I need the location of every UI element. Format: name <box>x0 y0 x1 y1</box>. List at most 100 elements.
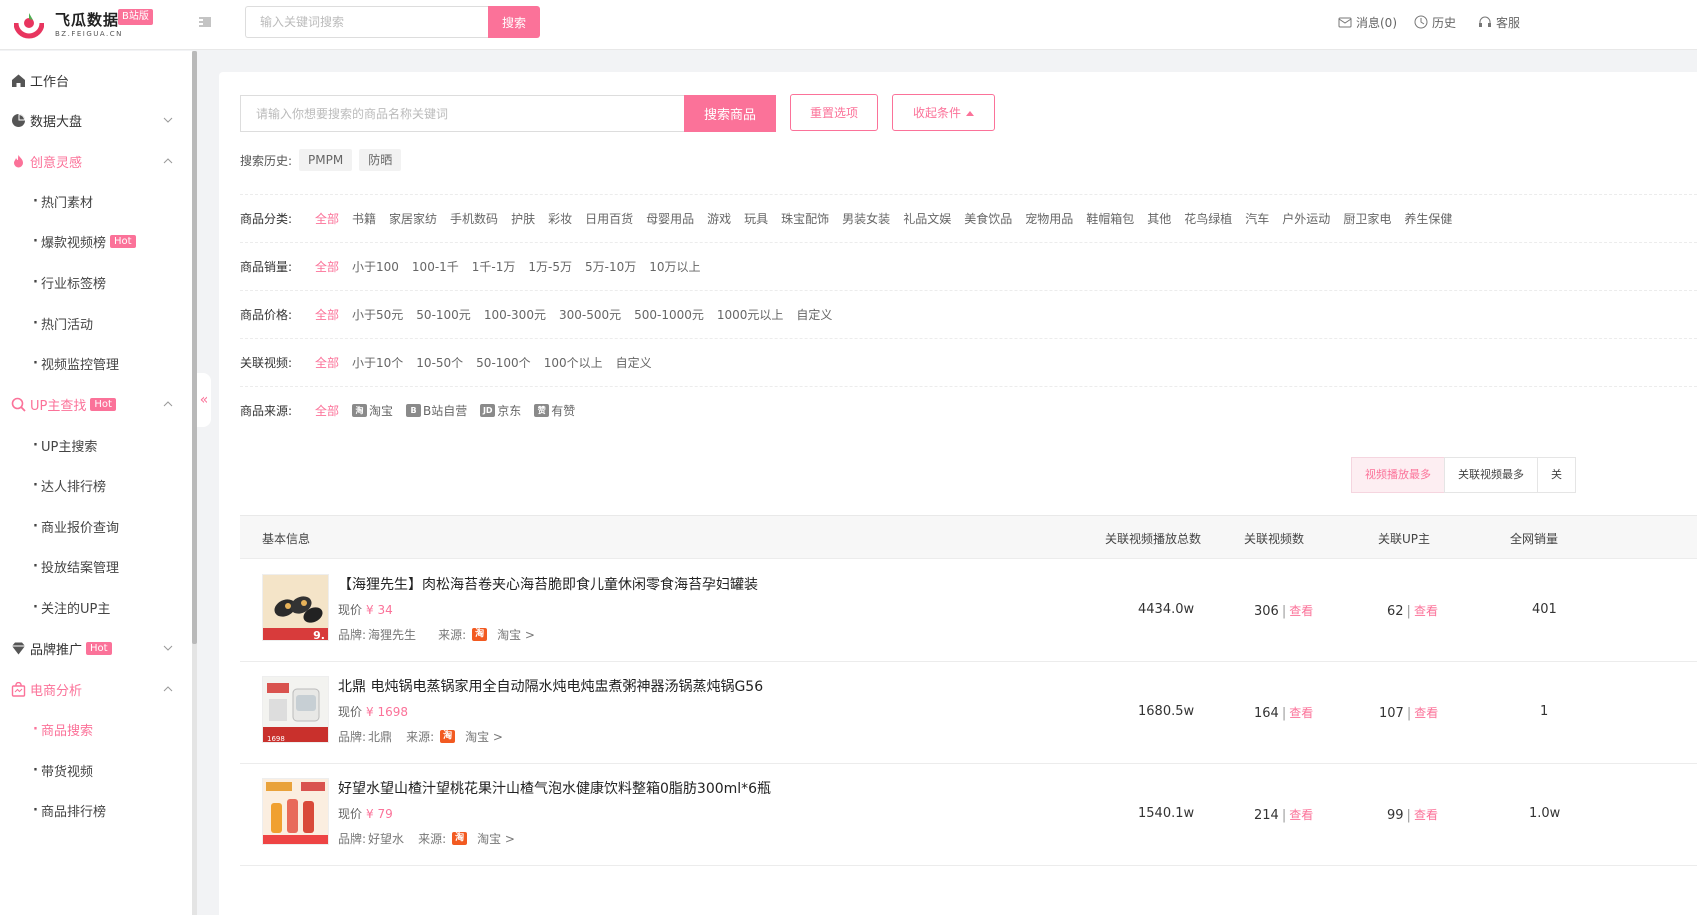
sidebar-item-dashboard[interactable]: 数据大盘 <box>0 100 192 140</box>
filter-option[interactable]: 厨卫家电 <box>1343 210 1391 227</box>
filter-option-bilibili[interactable]: B B站自营 <box>406 402 467 419</box>
sidebar-scrollbar[interactable] <box>192 51 197 915</box>
filter-option[interactable]: 玩具 <box>744 210 768 227</box>
view-ups-link[interactable]: 查看 <box>1414 808 1438 822</box>
column-header[interactable]: 关联UP主 <box>1378 530 1430 547</box>
filter-option[interactable]: 自定义 <box>796 306 832 323</box>
filter-option[interactable]: 100个以上 <box>544 354 603 371</box>
product-search-input[interactable] <box>240 95 685 132</box>
view-ups-link[interactable]: 查看 <box>1414 706 1438 720</box>
collapse-conditions-button[interactable]: 收起条件 <box>892 94 995 131</box>
product-thumbnail[interactable]: 9. <box>262 574 329 641</box>
sidebar-item-industry-tags[interactable]: · 行业标签榜 <box>0 262 192 302</box>
filter-option[interactable]: 5万-10万 <box>585 258 636 275</box>
table-row[interactable]: 好望水望山楂汁望桃花果汁山楂气泡水健康饮料整箱0脂肪300ml*6瓶 现价 ¥ 7… <box>240 764 1697 866</box>
column-header[interactable]: 关联视频数 <box>1244 530 1304 547</box>
sidebar-item-up-search-sub[interactable]: · UP主搜索 <box>0 425 192 465</box>
sidebar-item-brand[interactable]: 品牌推广 Hot <box>0 628 192 668</box>
sidebar-item-quote-query[interactable]: · 商业报价查询 <box>0 506 192 546</box>
sidebar-collapse-button[interactable]: « <box>197 373 211 427</box>
sort-tab-more[interactable]: 关 <box>1537 457 1576 493</box>
filter-option[interactable]: 鞋帽箱包 <box>1086 210 1134 227</box>
filter-option[interactable]: 花鸟绿植 <box>1184 210 1232 227</box>
filter-option[interactable]: 男装女装 <box>842 210 890 227</box>
filter-option-youzan[interactable]: 赞有赞 <box>534 402 575 419</box>
filter-option[interactable]: 宠物用品 <box>1025 210 1073 227</box>
sidebar-item-hot-material[interactable]: · 热门素材 <box>0 181 192 221</box>
filter-option[interactable]: 母婴用品 <box>646 210 694 227</box>
service-link[interactable]: 客服 <box>1478 13 1520 31</box>
sidebar-item-talent-rank[interactable]: · 达人排行榜 <box>0 465 192 505</box>
product-title[interactable]: 【海狸先生】肉松海苔卷夹心海苔脆即食儿童休闲零食海苔孕妇罐装 <box>338 574 758 594</box>
history-chip[interactable]: PMPM <box>299 149 353 171</box>
filter-option[interactable]: 50-100元 <box>416 306 471 323</box>
filter-option[interactable]: 100-300元 <box>484 306 546 323</box>
sidebar-item-campaign-report[interactable]: · 投放结案管理 <box>0 546 192 586</box>
filter-option[interactable]: 美食饮品 <box>964 210 1012 227</box>
messages-link[interactable]: 消息(0) <box>1338 13 1397 31</box>
filter-option[interactable]: 养生保健 <box>1404 210 1452 227</box>
filter-option[interactable]: 1千-1万 <box>472 258 516 275</box>
product-title[interactable]: 好望水望山楂汁望桃花果汁山楂气泡水健康饮料整箱0脂肪300ml*6瓶 <box>338 778 771 798</box>
filter-option[interactable]: 珠宝配饰 <box>781 210 829 227</box>
filter-option[interactable]: 10万以上 <box>649 258 700 275</box>
source-link[interactable]: 淘宝 > <box>497 626 535 643</box>
filter-option[interactable]: 游戏 <box>707 210 731 227</box>
sidebar-item-ecommerce[interactable]: 电商分析 <box>0 669 192 709</box>
sort-tab-most-plays[interactable]: 视频播放最多 <box>1351 457 1445 493</box>
sidebar-item-selling-videos[interactable]: · 带货视频 <box>0 750 192 790</box>
filter-option[interactable]: 小于10个 <box>352 354 403 371</box>
filter-option[interactable]: 礼品文娱 <box>903 210 951 227</box>
sidebar-item-product-rank[interactable]: · 商品排行榜 <box>0 790 192 830</box>
filter-option[interactable]: 100-1千 <box>412 258 459 275</box>
product-thumbnail[interactable]: 1698 <box>262 676 329 743</box>
product-search-button[interactable]: 搜索商品 <box>684 95 776 132</box>
scrollbar-thumb[interactable] <box>192 51 197 644</box>
filter-option[interactable]: 1万-5万 <box>528 258 572 275</box>
column-header[interactable]: 全网销量 <box>1510 530 1558 547</box>
filter-option[interactable]: 全部 <box>315 354 339 371</box>
source-link[interactable]: 淘宝 > <box>465 728 503 745</box>
sidebar-item-workbench[interactable]: 工作台 <box>0 60 192 100</box>
filter-option[interactable]: 10-50个 <box>416 354 463 371</box>
top-search-button[interactable]: 搜索 <box>488 6 540 38</box>
view-ups-link[interactable]: 查看 <box>1414 604 1438 618</box>
sort-tab-most-videos[interactable]: 关联视频最多 <box>1444 457 1538 493</box>
filter-option[interactable]: 全部 <box>315 210 339 227</box>
filter-option[interactable]: 300-500元 <box>559 306 621 323</box>
filter-option[interactable]: 1000元以上 <box>717 306 784 323</box>
filter-option[interactable]: 书籍 <box>352 210 376 227</box>
history-link[interactable]: 历史 <box>1414 13 1456 31</box>
filter-option[interactable]: 500-1000元 <box>634 306 704 323</box>
filter-option[interactable]: 户外运动 <box>1282 210 1330 227</box>
sidebar-item-up-search[interactable]: UP主查找 Hot <box>0 384 192 424</box>
sidebar-item-product-search[interactable]: · 商品搜索 <box>0 709 192 749</box>
source-link[interactable]: 淘宝 > <box>477 830 515 847</box>
filter-option[interactable]: 全部 <box>315 258 339 275</box>
table-row[interactable]: 1698 北鼎 电炖锅电蒸锅家用全自动隔水炖电炖盅煮粥神器汤锅蒸炖锅G56 现价… <box>240 662 1697 764</box>
top-search-input[interactable] <box>245 6 489 38</box>
filter-option[interactable]: 手机数码 <box>450 210 498 227</box>
product-thumbnail[interactable] <box>262 778 329 845</box>
column-header[interactable]: 关联视频播放总数 <box>1105 530 1201 547</box>
filter-option[interactable]: 小于50元 <box>352 306 403 323</box>
filter-option[interactable]: 小于100 <box>352 258 399 275</box>
sidebar-item-video-monitor[interactable]: · 视频监控管理 <box>0 343 192 383</box>
filter-option[interactable]: 自定义 <box>616 354 652 371</box>
filter-option[interactable]: 50-100个 <box>476 354 531 371</box>
filter-option[interactable]: 彩妆 <box>548 210 572 227</box>
sidebar-item-hot-events[interactable]: · 热门活动 <box>0 303 192 343</box>
logo[interactable]: 飞瓜数据 B站版 BZ.FEIGUA.CN <box>14 6 174 42</box>
view-videos-link[interactable]: 查看 <box>1289 604 1313 618</box>
filter-option[interactable]: 其他 <box>1147 210 1171 227</box>
menu-toggle-icon[interactable] <box>197 14 213 30</box>
reset-button[interactable]: 重置选项 <box>790 94 878 131</box>
filter-option[interactable]: 日用百货 <box>585 210 633 227</box>
sidebar-item-creative[interactable]: 创意灵感 <box>0 141 192 181</box>
filter-option[interactable]: 护肤 <box>511 210 535 227</box>
filter-option[interactable]: 汽车 <box>1245 210 1269 227</box>
view-videos-link[interactable]: 查看 <box>1289 808 1313 822</box>
history-chip[interactable]: 防晒 <box>359 149 402 171</box>
filter-option[interactable]: 全部 <box>315 306 339 323</box>
filter-option-jd[interactable]: JD 京东 <box>480 402 521 419</box>
